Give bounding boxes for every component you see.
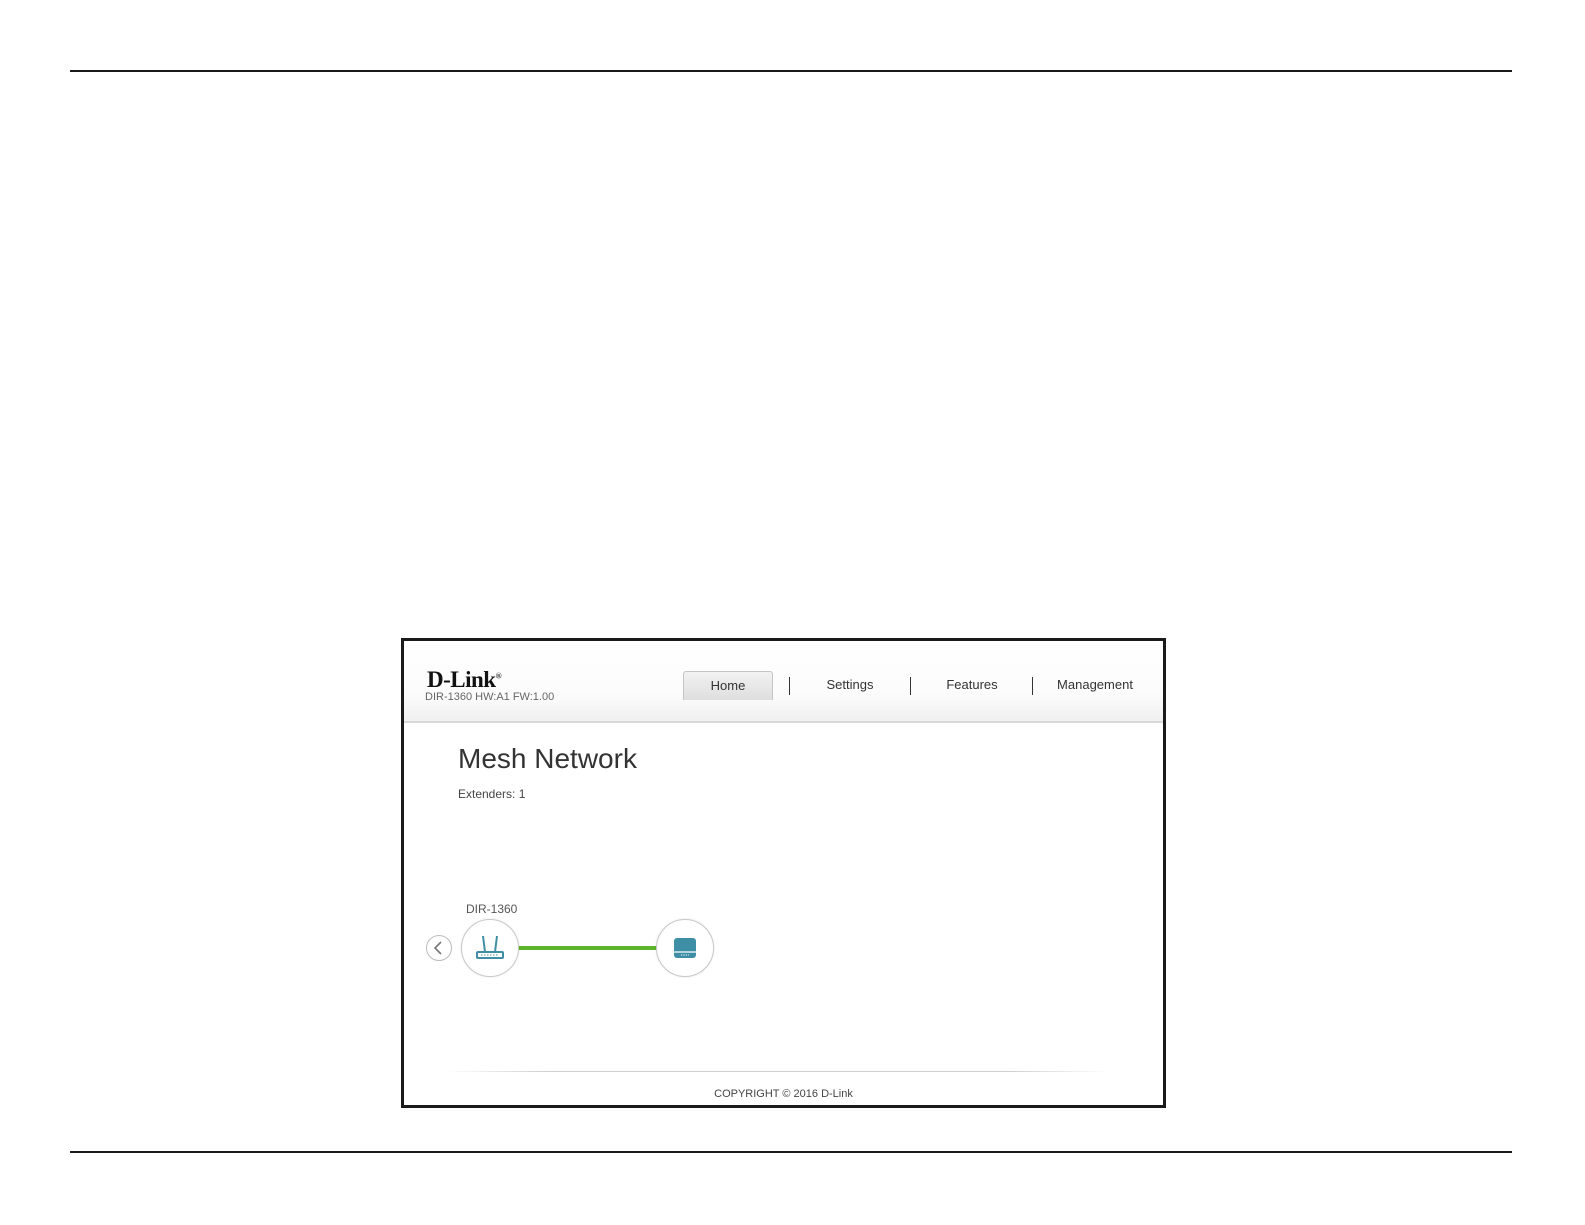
nav-home[interactable]: Home	[683, 671, 773, 700]
app-header: D-Link® DIR-1360 HW:A1 FW:1.00 Home Sett…	[404, 641, 1163, 723]
device-info: DIR-1360 HW:A1 FW:1.00	[425, 691, 555, 703]
page-bottom-rule	[70, 1151, 1512, 1153]
router-node[interactable]	[461, 919, 519, 977]
brand-name: D-Link	[427, 667, 496, 692]
router-label: DIR-1360	[466, 902, 518, 916]
copyright-text: COPYRIGHT © 2016 D-Link	[714, 1088, 853, 1100]
nav-management[interactable]: Management	[1047, 671, 1143, 699]
router-ui-screenshot: D-Link® DIR-1360 HW:A1 FW:1.00 Home Sett…	[401, 638, 1166, 1108]
nav-settings[interactable]: Settings	[805, 671, 895, 699]
extender-icon	[674, 938, 696, 958]
page-title: Mesh Network	[458, 743, 637, 774]
page-top-rule	[70, 70, 1512, 72]
extender-node[interactable]	[656, 919, 714, 977]
router-icon	[476, 935, 504, 959]
mesh-connection-line	[518, 946, 658, 950]
dlink-logo: D-Link®	[427, 667, 502, 693]
nav-separator	[910, 677, 911, 695]
footer-divider	[448, 1071, 1108, 1072]
chevron-left-icon[interactable]	[426, 935, 452, 961]
nav-separator	[789, 677, 790, 695]
brand-mark: ®	[495, 671, 502, 681]
nav-separator	[1032, 677, 1033, 695]
nav-features[interactable]: Features	[927, 671, 1017, 699]
extenders-count: Extenders: 1	[458, 787, 526, 801]
